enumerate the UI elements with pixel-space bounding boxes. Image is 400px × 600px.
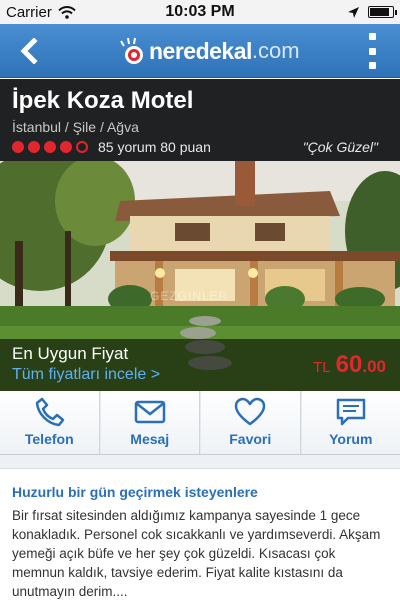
phone-button[interactable]: Telefon	[0, 391, 100, 454]
back-button[interactable]	[10, 32, 48, 70]
site-logo[interactable]: neredekal .com	[115, 34, 300, 68]
speech-bubble-icon	[334, 396, 368, 428]
favorite-button[interactable]: Favori	[201, 391, 301, 454]
message-label: Mesaj	[130, 431, 170, 447]
price-decimal: .00	[362, 357, 386, 376]
logo-mark	[115, 36, 149, 66]
phone-label: Telefon	[24, 431, 74, 447]
battery-fill	[370, 8, 389, 16]
price-value: TL 60 .00	[313, 351, 386, 379]
logo-name: neredekal	[149, 37, 252, 64]
phone-icon	[32, 396, 66, 428]
status-bar: Carrier 10:03 PM	[0, 0, 400, 24]
price-currency: TL	[313, 359, 331, 376]
comment-label: Yorum	[329, 431, 373, 447]
best-price-label: En Uygun Fiyat	[12, 344, 129, 363]
review-body: Bir fırsat sitesinden aldığımız kampanya…	[12, 508, 381, 599]
hotel-header: İpek Koza Motel İstanbul / Şile / Ağva 8…	[0, 79, 400, 161]
all-prices-link[interactable]: Tüm fiyatları incele >	[12, 366, 160, 384]
chevron-left-icon	[20, 38, 38, 64]
heart-icon	[233, 396, 267, 428]
menu-dot	[368, 62, 376, 69]
hotel-photo[interactable]: GEZGINLER En Uygun Fiyat Tüm fiyatları i…	[0, 161, 400, 391]
review-title[interactable]: Huzurlu bir gün geçirmek isteyenlere	[12, 484, 388, 500]
logo-tld: .com	[251, 38, 300, 63]
photo-watermark: GEZGINLER	[150, 289, 229, 303]
message-button[interactable]: Mesaj	[100, 391, 200, 454]
section-divider	[0, 455, 400, 469]
menu-dot	[368, 47, 376, 55]
hotel-location: İstanbul / Şile / Ağva	[12, 119, 139, 135]
menu-dot	[368, 33, 376, 40]
action-bar: Telefon Mesaj Favori Yorum	[0, 391, 400, 455]
rating-dot-filled	[60, 141, 72, 153]
rating-dots	[12, 141, 88, 153]
nav-bar: neredekal .com	[0, 24, 400, 78]
rating-summary: 85 yorum 80 puan	[98, 139, 211, 155]
rating-quote: "Çok Güzel"	[302, 139, 378, 155]
clock: 10:03 PM	[165, 3, 235, 20]
price-band: En Uygun Fiyat Tüm fiyatları incele > TL…	[0, 339, 400, 391]
battery-icon	[368, 6, 397, 18]
rating-dot-filled	[44, 141, 56, 153]
favorite-label: Favori	[229, 431, 272, 447]
rating-dot-empty	[76, 141, 88, 153]
rating-row: 85 yorum 80 puan	[12, 139, 211, 155]
hotel-name: İpek Koza Motel	[12, 87, 194, 114]
review-card[interactable]: Huzurlu bir gün geçirmek isteyenlere Bir…	[0, 470, 400, 600]
envelope-icon	[133, 396, 167, 428]
rating-dot-filled	[12, 141, 24, 153]
price-amount: 60	[335, 351, 363, 378]
menu-button[interactable]	[362, 33, 382, 69]
rating-dot-filled	[28, 141, 40, 153]
comment-button[interactable]: Yorum	[301, 391, 400, 454]
